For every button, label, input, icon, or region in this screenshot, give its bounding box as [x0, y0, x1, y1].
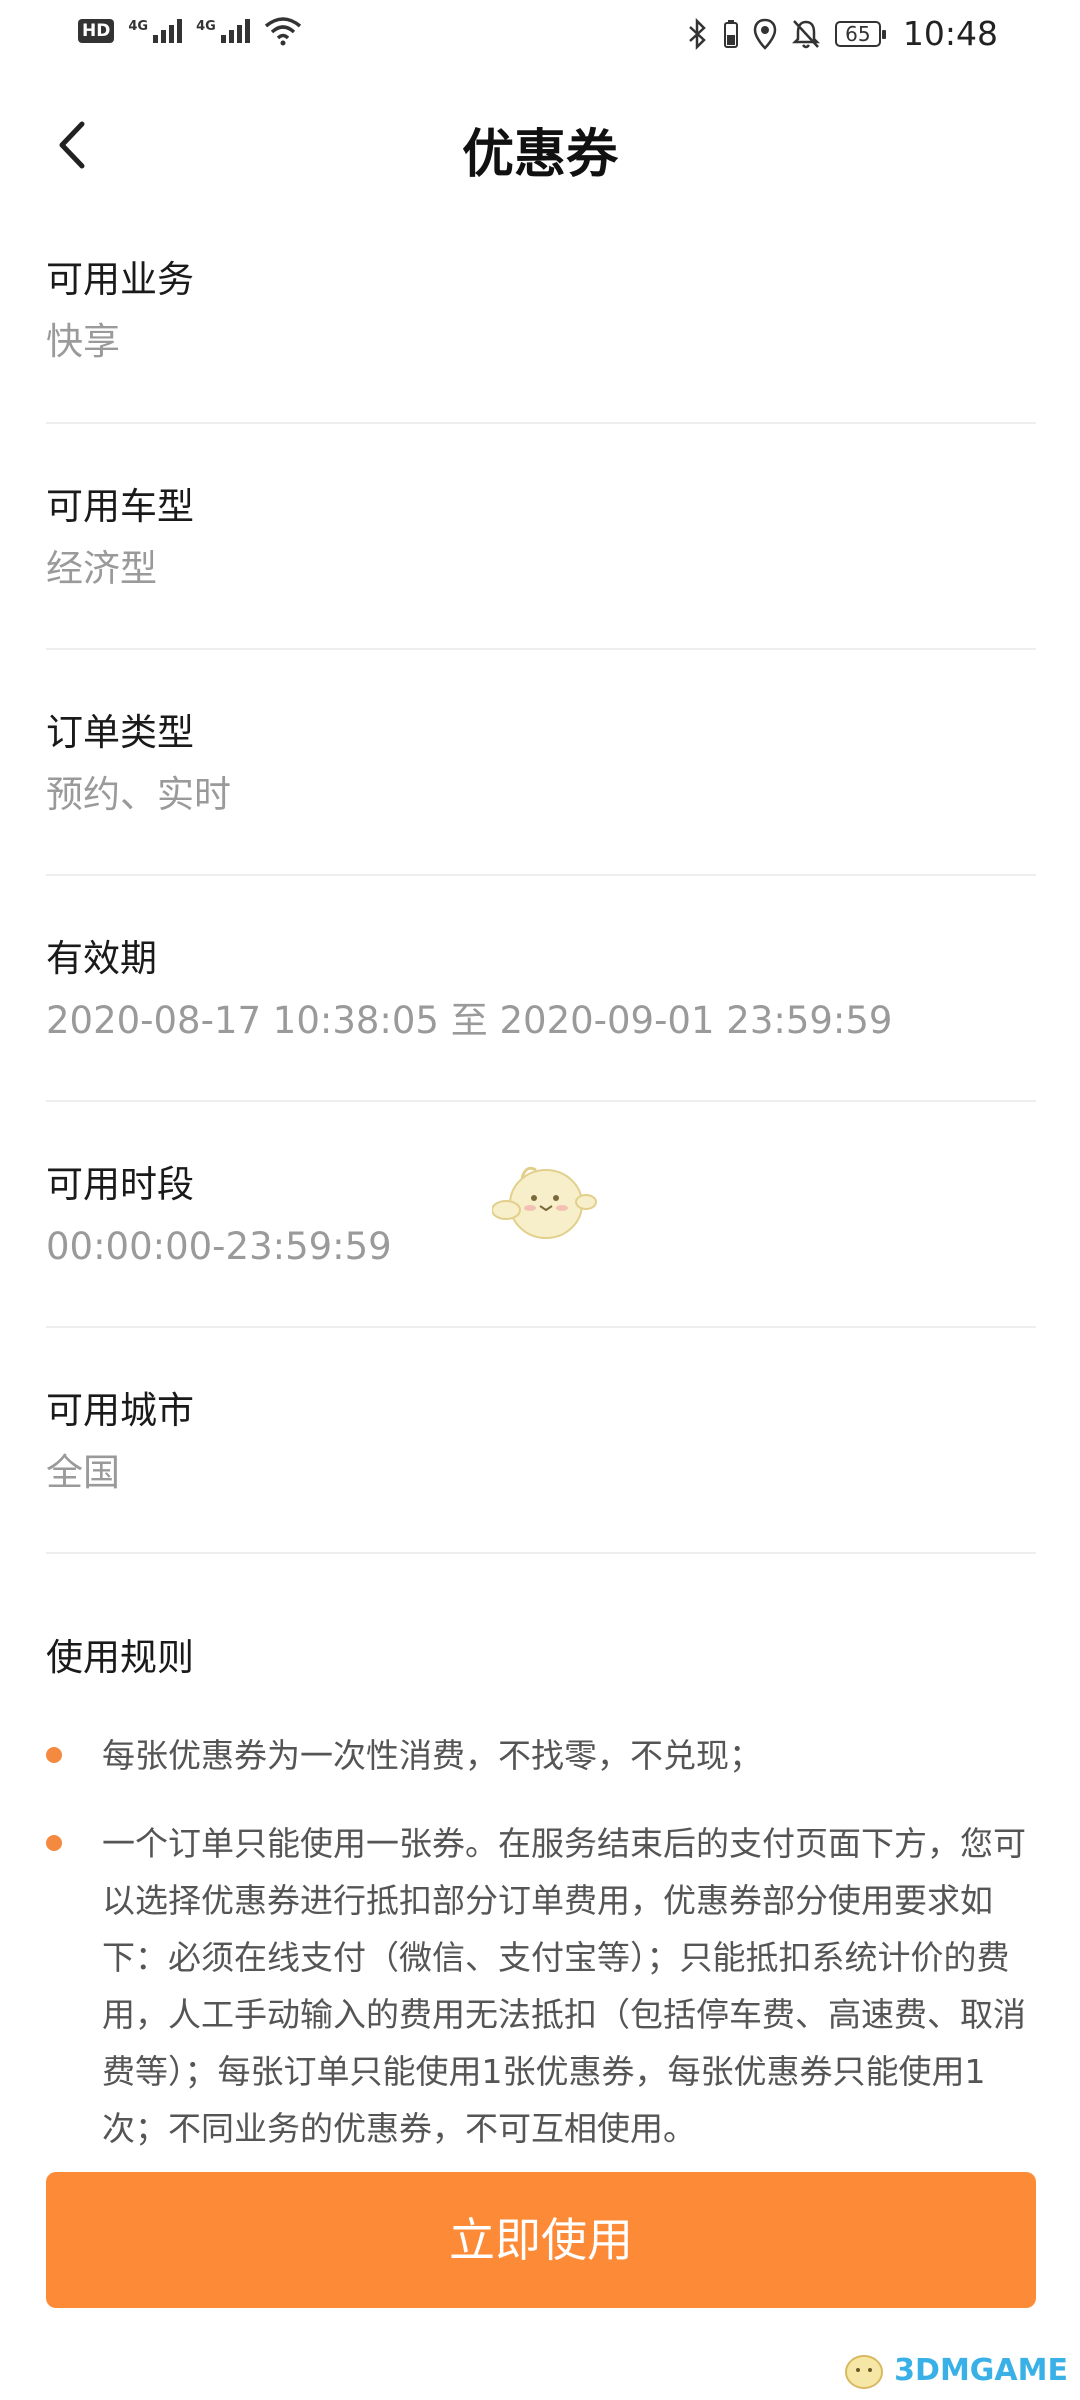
divider — [46, 1326, 1036, 1328]
rule-text: 每张优惠券为一次性消费，不找零，不兑现； — [102, 1736, 762, 1775]
signal-strength-icon: 4G — [128, 19, 183, 43]
battery-icon: 65 — [834, 20, 886, 47]
bluetooth-icon — [689, 17, 706, 50]
status-bar: HD 4G 4G 65 10:48 — [0, 0, 1080, 72]
detail-label: 可用车型 — [46, 485, 194, 528]
use-now-button[interactable]: 立即使用 — [46, 2172, 1036, 2308]
divider — [46, 874, 1036, 876]
detail-row-business: 可用业务 快享 — [46, 256, 1036, 366]
detail-row-city: 可用城市 全国 — [46, 1387, 1036, 1497]
rules-title: 使用规则 — [46, 1636, 194, 1679]
detail-value: 全国 — [46, 1451, 120, 1494]
watermark-text: 3DMGAME — [894, 2352, 1068, 2388]
detail-value: 经济型 — [46, 547, 157, 590]
hd-voice-icon: HD — [78, 19, 115, 43]
mascot-chick-icon — [492, 1166, 597, 1239]
location-icon — [753, 18, 777, 50]
detail-value: 预约、实时 — [46, 773, 231, 816]
detail-row-car-type: 可用车型 经济型 — [46, 483, 1036, 593]
detail-value: 2020-08-17 10:38:05 至 2020-09-01 23:59:5… — [46, 999, 893, 1042]
detail-row-order-type: 订单类型 预约、实时 — [46, 709, 1036, 819]
wifi-icon — [264, 17, 301, 46]
rule-item: 一个订单只能使用一张券。在服务结束后的支付页面下方，您可以选择优惠券进行抵扣部分… — [46, 1815, 1036, 2157]
bullet-dot-icon — [46, 1835, 62, 1851]
detail-row-validity: 有效期 2020-08-17 10:38:05 至 2020-09-01 23:… — [46, 935, 1036, 1045]
battery-small-icon — [723, 19, 738, 48]
signal-strength-icon-2: 4G — [196, 19, 250, 43]
page-title: 优惠券 — [461, 125, 618, 185]
mute-bell-icon — [791, 19, 820, 48]
detail-value: 快享 — [46, 320, 120, 363]
divider — [46, 648, 1036, 650]
status-time: 10:48 — [902, 14, 998, 53]
watermark-chick-icon — [845, 2355, 884, 2389]
divider — [46, 422, 1036, 424]
rule-text: 一个订单只能使用一张券。在服务结束后的支付页面下方，您可以选择优惠券进行抵扣部分… — [102, 1824, 1026, 2148]
nav-header: 优惠券 — [0, 90, 1080, 200]
bullet-dot-icon — [46, 1747, 62, 1763]
rule-item: 每张优惠券为一次性消费，不找零，不兑现； — [46, 1727, 1036, 1784]
detail-label: 可用业务 — [46, 258, 194, 301]
detail-label: 有效期 — [46, 937, 157, 980]
divider — [46, 1552, 1036, 1554]
divider — [46, 1100, 1036, 1102]
watermark: 3DMGAME — [842, 2350, 1068, 2390]
detail-label: 订单类型 — [46, 711, 194, 754]
detail-label: 可用城市 — [46, 1389, 194, 1432]
